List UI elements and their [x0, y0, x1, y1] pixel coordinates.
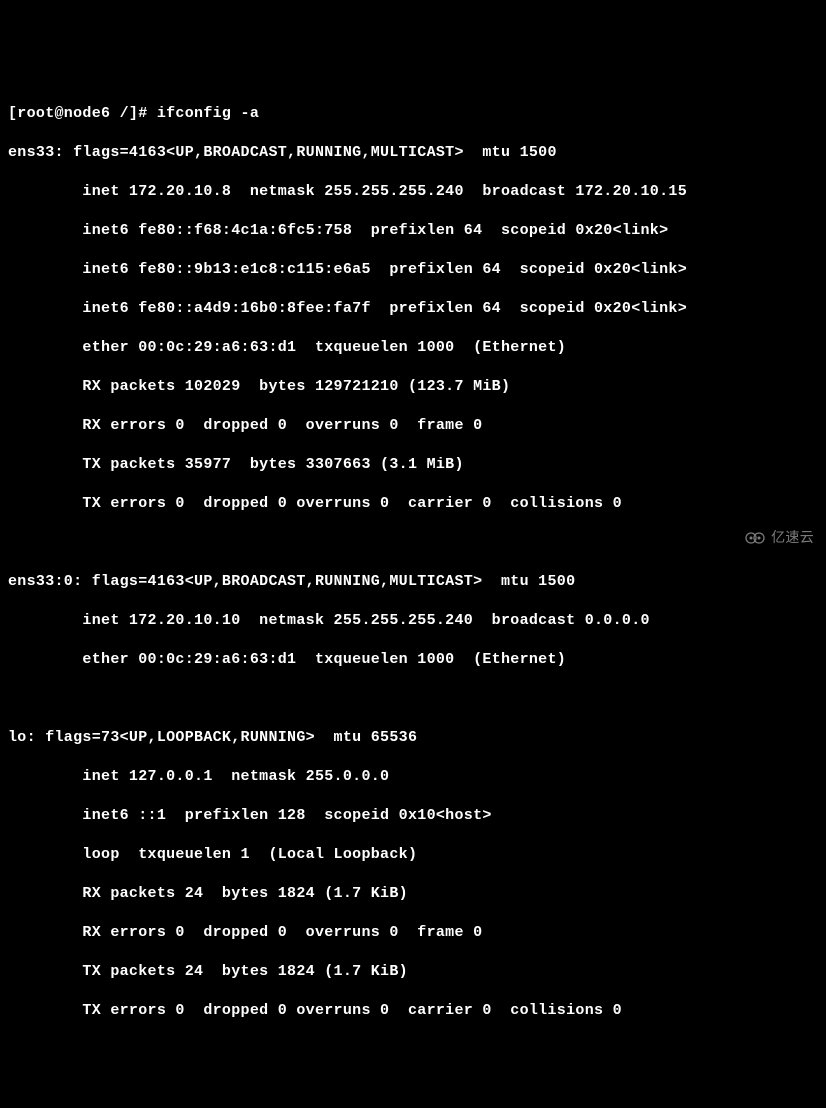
blank-line [8, 689, 818, 709]
iface-lo-tx-errors: TX errors 0 dropped 0 overruns 0 carrier… [8, 1001, 818, 1021]
iface-ens33-ether: ether 00:0c:29:a6:63:d1 txqueuelen 1000 … [8, 338, 818, 358]
iface-ens33-tx-packets: TX packets 35977 bytes 3307663 (3.1 MiB) [8, 455, 818, 475]
iface-lo-rx-packets: RX packets 24 bytes 1824 (1.7 KiB) [8, 884, 818, 904]
iface-lo-header: lo: flags=73<UP,LOOPBACK,RUNNING> mtu 65… [8, 728, 818, 748]
iface-ens33-inet6-3: inet6 fe80::a4d9:16b0:8fee:fa7f prefixle… [8, 299, 818, 319]
command-prompt[interactable]: [root@node6 /]# ifconfig -a [8, 104, 818, 124]
iface-ens33-0-header: ens33:0: flags=4163<UP,BROADCAST,RUNNING… [8, 572, 818, 592]
iface-lo-inet: inet 127.0.0.1 netmask 255.0.0.0 [8, 767, 818, 787]
iface-lo-inet6: inet6 ::1 prefixlen 128 scopeid 0x10<hos… [8, 806, 818, 826]
blank-line [8, 533, 818, 553]
iface-ens33-0-ether: ether 00:0c:29:a6:63:d1 txqueuelen 1000 … [8, 650, 818, 670]
iface-ens33-inet: inet 172.20.10.8 netmask 255.255.255.240… [8, 182, 818, 202]
iface-lo-tx-packets: TX packets 24 bytes 1824 (1.7 KiB) [8, 962, 818, 982]
iface-ens33-inet6-1: inet6 fe80::f68:4c1a:6fc5:758 prefixlen … [8, 221, 818, 241]
iface-ens33-0-inet: inet 172.20.10.10 netmask 255.255.255.24… [8, 611, 818, 631]
iface-ens33-tx-errors: TX errors 0 dropped 0 overruns 0 carrier… [8, 494, 818, 514]
iface-lo-loop: loop txqueuelen 1 (Local Loopback) [8, 845, 818, 865]
iface-ens33-header: ens33: flags=4163<UP,BROADCAST,RUNNING,M… [8, 143, 818, 163]
iface-ens33-rx-errors: RX errors 0 dropped 0 overruns 0 frame 0 [8, 416, 818, 436]
cloud-icon [745, 530, 767, 544]
iface-ens33-inet6-2: inet6 fe80::9b13:e1c8:c115:e6a5 prefixle… [8, 260, 818, 280]
watermark-text: 亿速云 [771, 528, 814, 546]
iface-lo-rx-errors: RX errors 0 dropped 0 overruns 0 frame 0 [8, 923, 818, 943]
watermark: 亿速云 [745, 528, 814, 546]
terminal-output: [root@node6 /]# ifconfig -a ens33: flags… [8, 84, 818, 1040]
iface-ens33-rx-packets: RX packets 102029 bytes 129721210 (123.7… [8, 377, 818, 397]
